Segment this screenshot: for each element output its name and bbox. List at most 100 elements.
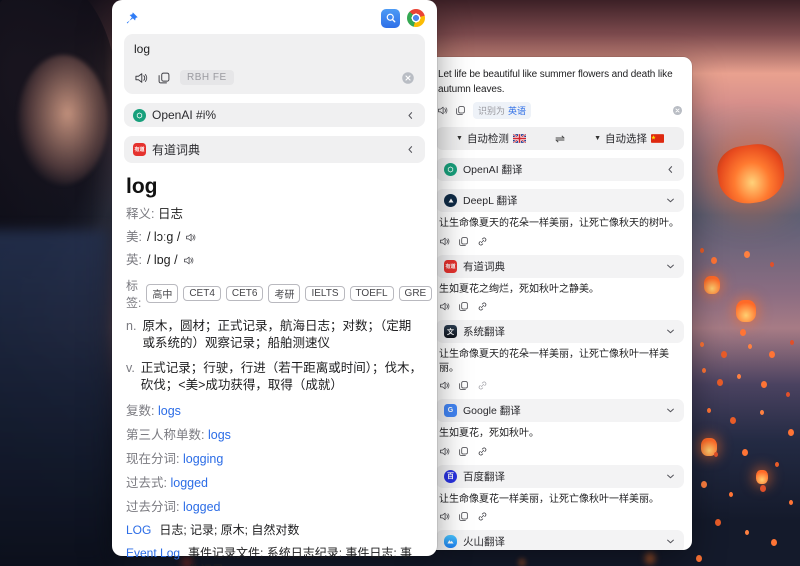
phrase-link[interactable]: Event Log — [126, 545, 180, 566]
apple-translate-icon: 文 — [444, 325, 457, 338]
detected-language-badge[interactable]: 识别为 英语 — [473, 102, 531, 119]
query-box[interactable]: log RBH FE — [124, 34, 425, 94]
copy-icon[interactable] — [458, 380, 469, 391]
translation-text: 生如夏花，死如秋叶。 — [439, 427, 681, 441]
speaker-icon[interactable] — [439, 511, 450, 522]
service-card-youdao: 有道 有道词典 生如夏花之绚烂，死如秋叶之静美。 — [436, 255, 684, 313]
translation-text: 让生命像夏天的花朵一样美丽，让死亡像秋天的树叶。 — [439, 217, 681, 231]
copy-icon[interactable] — [157, 71, 171, 85]
openai-section-header[interactable]: OpenAI #i% — [124, 103, 425, 127]
link-icon[interactable] — [477, 301, 488, 312]
translation-text: 让生命像夏花一样美丽，让死亡像秋叶一样美丽。 — [439, 493, 681, 507]
translation-toolbar — [439, 301, 681, 312]
sky-lantern — [701, 438, 717, 456]
speaker-icon[interactable] — [439, 380, 450, 391]
copy-icon[interactable] — [458, 236, 469, 247]
copy-icon[interactable] — [455, 105, 466, 116]
service-header[interactable]: 火山翻译 — [436, 530, 684, 550]
definition-verb: v. 正式记录；行驶，行进（若干距离或时间）；伐木，砍伐；<美>成功获得，取得（… — [126, 360, 423, 395]
form-link[interactable]: logs — [208, 428, 231, 442]
form-link[interactable]: logged — [183, 500, 221, 514]
link-icon[interactable] — [477, 380, 488, 391]
youdao-icon: 有道 — [133, 143, 146, 156]
translation-text: 让生命像夏天的花朵一样美丽，让死亡像秋叶一样美丽。 — [439, 348, 681, 375]
form-link[interactable]: logged — [170, 476, 208, 490]
chevron-left-icon[interactable] — [665, 164, 676, 175]
service-header[interactable]: 文 系统翻译 — [436, 320, 684, 343]
form-link[interactable]: logs — [158, 404, 181, 418]
tag: CET4 — [183, 286, 221, 301]
service-header[interactable]: DeepL 翻译 — [436, 189, 684, 212]
openai-section-label: OpenAI #i% — [152, 108, 216, 122]
chevron-down-icon[interactable] — [665, 536, 676, 547]
form-link[interactable]: logging — [183, 452, 223, 466]
chevron-left-icon[interactable] — [405, 144, 416, 155]
chevron-down-icon[interactable] — [665, 261, 676, 272]
chevron-down-icon[interactable] — [665, 405, 676, 416]
form-past-tense: 过去式: logged — [126, 472, 423, 491]
target-language-select[interactable]: ▼ 自动选择 — [594, 131, 664, 146]
speaker-icon[interactable] — [439, 446, 450, 457]
translation-toolbar — [439, 236, 681, 247]
tag: IELTS — [305, 286, 344, 301]
clear-input-icon[interactable] — [401, 71, 415, 85]
service-header[interactable]: G Google 翻译 — [436, 399, 684, 422]
dictionary-window: log RBH FE OpenAI #i% 有道 有道词典 log 释义: 日志… — [112, 0, 437, 556]
tag: 高中 — [146, 284, 178, 303]
source-language-select[interactable]: ▼ 自动检测 — [456, 131, 526, 146]
chevron-left-icon[interactable] — [405, 110, 416, 121]
speaker-icon[interactable] — [185, 232, 196, 243]
phrase-link[interactable]: LOG — [126, 522, 151, 539]
speaker-icon[interactable] — [134, 71, 148, 85]
dictionary-app-icon[interactable] — [381, 9, 400, 28]
definition-noun: n. 原木，圆材；正式记录，航海日志；对数；（定期或系统的）观察记录；船舶测速仪 — [126, 318, 423, 353]
speaker-icon[interactable] — [439, 301, 450, 312]
chevron-down-icon[interactable] — [665, 195, 676, 206]
chevron-down-icon[interactable] — [665, 471, 676, 482]
link-icon[interactable] — [477, 511, 488, 522]
service-card-deepl: DeepL 翻译 让生命像夏天的花朵一样美丽，让死亡像秋天的树叶。 — [436, 189, 684, 247]
clear-input-icon[interactable] — [672, 105, 683, 116]
shortcut-hint-badge: RBH FE — [180, 70, 234, 85]
sky-lantern — [756, 470, 768, 484]
copy-icon[interactable] — [458, 511, 469, 522]
youdao-result-body: log 释义: 日志 美: / lɔːg / 英: / lɒg / 标签: 高中… — [124, 163, 425, 566]
service-header[interactable]: 有道 有道词典 — [436, 255, 684, 278]
google-translate-icon: G — [444, 404, 457, 417]
youdao-section-label: 有道词典 — [152, 141, 200, 158]
sky-lantern — [736, 300, 756, 322]
speaker-icon[interactable] — [437, 105, 448, 116]
summary-line: 释义: 日志 — [126, 206, 423, 223]
copy-icon[interactable] — [458, 301, 469, 312]
source-toolbar: 识别为 英语 — [436, 102, 684, 119]
translation-toolbar — [439, 446, 681, 457]
service-card-google: G Google 翻译 生如夏花，死如秋叶。 — [436, 399, 684, 457]
tag: GRE — [399, 286, 433, 301]
language-bar: ▼ 自动检测 ⇌ ▼ 自动选择 — [436, 127, 684, 150]
swap-languages-icon[interactable]: ⇌ — [555, 132, 565, 146]
form-plural: 复数: logs — [126, 400, 423, 419]
service-card-openai: OpenAI 翻译 — [436, 158, 684, 181]
uk-flag-icon — [513, 134, 526, 143]
chrome-icon[interactable] — [407, 9, 425, 27]
youdao-section-header[interactable]: 有道 有道词典 — [124, 136, 425, 163]
query-input[interactable]: log — [134, 42, 415, 57]
form-past-participle: 过去分词: logged — [126, 496, 423, 515]
dropdown-arrow-icon: ▼ — [456, 135, 463, 142]
speaker-icon[interactable] — [183, 255, 194, 266]
link-icon[interactable] — [477, 446, 488, 457]
form-present-participle: 现在分词: logging — [126, 448, 423, 467]
service-header[interactable]: OpenAI 翻译 — [436, 158, 684, 181]
source-text-input[interactable]: Let life be beautiful like summer flower… — [436, 65, 684, 97]
link-icon[interactable] — [477, 236, 488, 247]
pin-icon[interactable] — [124, 11, 139, 26]
titlebar — [124, 8, 425, 28]
speaker-icon[interactable] — [439, 236, 450, 247]
baidu-translate-icon: 百 — [444, 470, 457, 483]
cn-flag-icon — [651, 134, 664, 143]
phonetic-uk: 英: / lɒg / — [126, 252, 423, 269]
service-header[interactable]: 百 百度翻译 — [436, 465, 684, 488]
copy-icon[interactable] — [458, 446, 469, 457]
sky-lantern-field — [0, 0, 4, 5]
chevron-down-icon[interactable] — [665, 326, 676, 337]
